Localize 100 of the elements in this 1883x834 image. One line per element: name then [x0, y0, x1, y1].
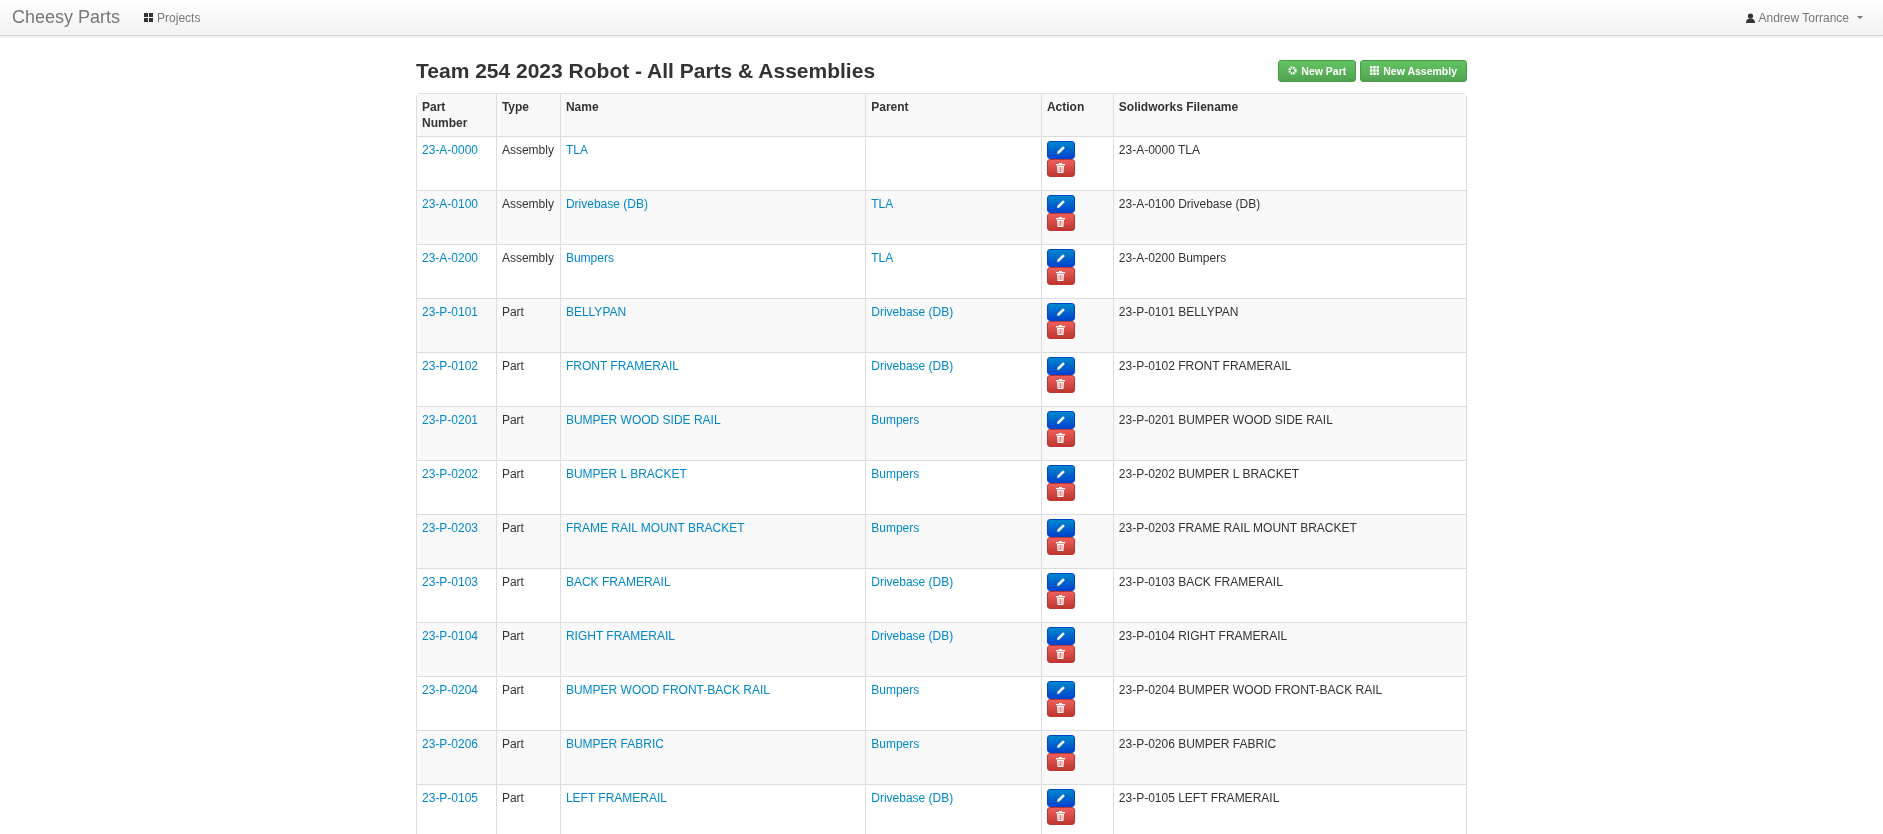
delete-button[interactable] — [1046, 375, 1075, 394]
name-link[interactable]: BUMPER L BRACKET — [565, 467, 687, 482]
pencil-icon — [1055, 253, 1066, 264]
nav-link[interactable]: Projects — [144, 8, 201, 27]
trash-icon — [1056, 487, 1066, 498]
edit-button[interactable] — [1046, 789, 1075, 808]
part-number-link[interactable]: 23-P-0201 — [422, 413, 479, 428]
new-assembly-button[interactable]: New Assembly — [1360, 59, 1467, 82]
parent-link[interactable]: Drivebase (DB) — [871, 359, 954, 374]
parent-link[interactable]: Bumpers — [871, 521, 920, 536]
edit-button[interactable] — [1046, 303, 1075, 322]
part-number-link[interactable]: 23-P-0203 — [422, 521, 479, 536]
part-number-link[interactable]: 23-P-0206 — [422, 737, 479, 752]
parent-link[interactable]: Drivebase (DB) — [871, 575, 954, 590]
parent-link[interactable]: Bumpers — [871, 413, 920, 428]
edit-button[interactable] — [1046, 357, 1075, 376]
edit-button[interactable] — [1046, 141, 1075, 160]
part-number-link[interactable]: 23-P-0105 — [422, 791, 479, 806]
name-link[interactable]: BUMPER WOOD FRONT-BACK RAIL — [565, 683, 770, 698]
delete-button[interactable] — [1046, 645, 1075, 664]
name-link[interactable]: BACK FRAMERAIL — [565, 575, 671, 590]
column-header: Solidworks Filename — [1118, 100, 1239, 115]
trash-icon — [1056, 703, 1066, 714]
parent-link[interactable]: TLA — [871, 251, 894, 266]
brand-link[interactable]: Cheesy Parts — [12, 4, 121, 31]
trash-icon — [1056, 757, 1066, 768]
edit-button[interactable] — [1046, 519, 1075, 538]
delete-button[interactable] — [1046, 267, 1075, 286]
trash-icon — [1056, 325, 1066, 336]
trash-icon — [1056, 811, 1066, 822]
parent-link[interactable]: Drivebase (DB) — [871, 629, 954, 644]
pencil-icon — [1055, 631, 1066, 642]
column-header: Type — [501, 100, 530, 115]
edit-button[interactable] — [1046, 195, 1075, 214]
page-title: Team 254 2023 Robot - All Parts & Assemblies — [416, 58, 876, 84]
edit-button[interactable] — [1046, 681, 1075, 700]
type-text: Part — [501, 467, 524, 482]
pencil-icon — [1055, 145, 1066, 156]
parent-link[interactable]: Drivebase (DB) — [871, 791, 954, 806]
part-number-link[interactable]: 23-P-0204 — [422, 683, 479, 698]
trash-icon — [1056, 271, 1066, 282]
grid-icon — [1370, 66, 1380, 76]
filename-text: 23-P-0102 FRONT FRAMERAIL — [1118, 359, 1292, 374]
parent-link[interactable]: Bumpers — [871, 467, 920, 482]
type-text: Part — [501, 791, 524, 806]
filename-text: 23-A-0000 TLA — [1118, 143, 1200, 158]
edit-button[interactable] — [1046, 627, 1075, 646]
edit-button[interactable] — [1046, 249, 1075, 268]
delete-button[interactable] — [1046, 753, 1075, 772]
name-link[interactable]: Drivebase (DB) — [565, 197, 648, 212]
name-link[interactable]: BUMPER WOOD SIDE RAIL — [565, 413, 721, 428]
type-text: Assembly — [501, 143, 554, 158]
pencil-icon — [1055, 415, 1066, 426]
name-link[interactable]: BELLYPAN — [565, 305, 627, 320]
edit-button[interactable] — [1046, 465, 1075, 484]
part-number-link[interactable]: 23-P-0104 — [422, 629, 479, 644]
delete-button[interactable] — [1046, 429, 1075, 448]
type-text: Part — [501, 737, 524, 752]
delete-button[interactable] — [1046, 159, 1075, 178]
type-text: Part — [501, 359, 524, 374]
filename-text: 23-P-0103 BACK FRAMERAIL — [1118, 575, 1283, 590]
user-menu[interactable]: Andrew Torrance — [1745, 8, 1863, 27]
part-number-link[interactable]: 23-A-0200 — [422, 251, 479, 266]
filename-text: 23-P-0201 BUMPER WOOD SIDE RAIL — [1118, 413, 1333, 428]
trash-icon — [1056, 649, 1066, 660]
parent-link[interactable]: Drivebase (DB) — [871, 305, 954, 320]
trash-icon — [1056, 163, 1066, 174]
delete-button[interactable] — [1046, 213, 1075, 232]
edit-button[interactable] — [1046, 735, 1075, 754]
name-link[interactable]: LEFT FRAMERAIL — [565, 791, 668, 806]
delete-button[interactable] — [1046, 321, 1075, 340]
part-number-link[interactable]: 23-P-0202 — [422, 467, 479, 482]
part-number-link[interactable]: 23-P-0103 — [422, 575, 479, 590]
filename-text: 23-P-0105 LEFT FRAMERAIL — [1118, 791, 1280, 806]
name-link[interactable]: Bumpers — [565, 251, 614, 266]
delete-button[interactable] — [1046, 537, 1075, 556]
delete-button[interactable] — [1046, 807, 1075, 826]
new-part-button[interactable]: New Part — [1278, 59, 1357, 82]
delete-button[interactable] — [1046, 699, 1075, 718]
part-number-link[interactable]: 23-A-0100 — [422, 197, 479, 212]
type-text: Assembly — [501, 197, 554, 212]
delete-button[interactable] — [1046, 591, 1075, 610]
name-link[interactable]: FRAME RAIL MOUNT BRACKET — [565, 521, 745, 536]
filename-text: 23-P-0204 BUMPER WOOD FRONT-BACK RAIL — [1118, 683, 1383, 698]
part-number-link[interactable]: 23-P-0101 — [422, 305, 479, 320]
part-number-link[interactable]: 23-P-0102 — [422, 359, 479, 374]
name-link[interactable]: RIGHT FRAMERAIL — [565, 629, 676, 644]
parent-link[interactable]: Bumpers — [871, 737, 920, 752]
delete-button[interactable] — [1046, 483, 1075, 502]
name-link[interactable]: TLA — [565, 143, 588, 158]
name-link[interactable]: FRONT FRAMERAIL — [565, 359, 680, 374]
name-link[interactable]: BUMPER FABRIC — [565, 737, 664, 752]
parent-link[interactable]: Bumpers — [871, 683, 920, 698]
edit-button[interactable] — [1046, 411, 1075, 430]
edit-button[interactable] — [1046, 573, 1075, 592]
type-text: Part — [501, 521, 524, 536]
parent-link[interactable]: TLA — [871, 197, 894, 212]
trash-icon — [1056, 433, 1066, 444]
part-number-link[interactable]: 23-A-0000 — [422, 143, 479, 158]
type-text: Part — [501, 683, 524, 698]
